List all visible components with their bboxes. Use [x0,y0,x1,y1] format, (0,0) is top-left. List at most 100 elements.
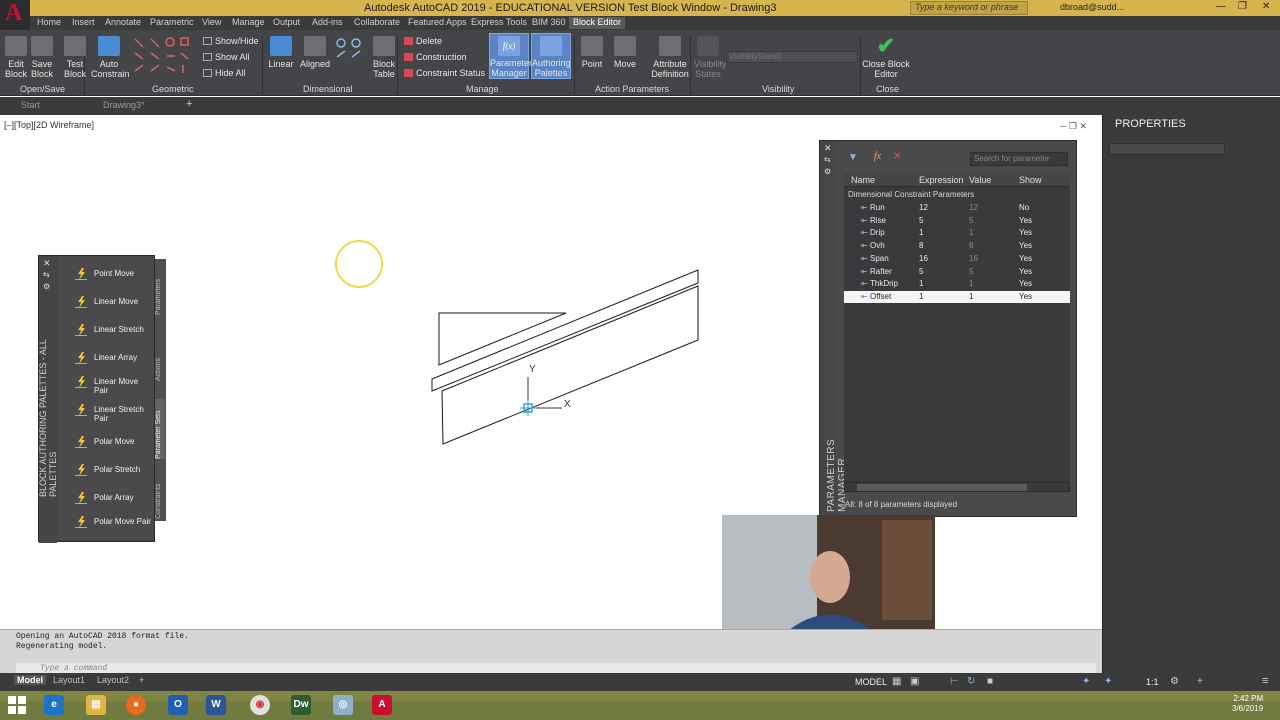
show-hide-button[interactable]: Show/Hide [203,36,259,46]
visibility-state-dropdown[interactable]: VisibilityState0 [726,51,858,63]
parameter-show[interactable]: Yes [1019,253,1032,265]
column-name[interactable]: Name [851,173,875,187]
tab-collaborate[interactable]: Collaborate [354,17,400,27]
tab-annotate[interactable]: Annotate [105,17,141,27]
parameter-row[interactable]: ⇤ Drip 1 1 Yes [844,227,1070,239]
firefox-icon[interactable]: ● [126,695,146,715]
delete-parameter-icon[interactable]: ✕ [893,151,901,162]
new-user-parameter-icon[interactable]: fx [874,151,881,162]
pm-close-icon[interactable]: ✕ [824,143,832,154]
layout-tab-model[interactable]: Model [14,675,46,685]
auto-constrain-button[interactable]: Auto Constrain [91,36,130,79]
minimize-icon[interactable]: — [1216,1,1226,12]
test-block-button[interactable]: Test Block [62,36,88,79]
parameter-expression[interactable]: 1 [919,291,923,303]
parameter-row[interactable]: ⇤ ThkDrip 1 1 Yes [844,278,1070,290]
parameter-show[interactable]: Yes [1019,215,1032,227]
show-all-button[interactable]: Show All [203,52,250,62]
column-show[interactable]: Show [1019,173,1042,187]
parameter-expression[interactable]: 8 [919,240,923,252]
point-parameter-button[interactable]: Point [580,36,604,69]
restore-icon[interactable]: ❐ [1238,1,1247,12]
parameter-show[interactable]: Yes [1019,227,1032,239]
parameter-expression[interactable]: 16 [919,253,928,265]
dimensional-small-icons[interactable] [334,37,364,73]
parameter-group-dimensional[interactable]: Dimensional Constraint Parameters [848,190,974,199]
parameter-show[interactable]: Yes [1019,291,1032,303]
parameter-expression[interactable]: 5 [919,215,923,227]
parameter-show[interactable]: Yes [1019,240,1032,252]
panel-geometric[interactable]: Geometric [152,84,194,94]
palette-tab-parameters[interactable]: Parameters [155,263,165,315]
parameters-manager-button[interactable]: f(x) Parameters Manager [489,33,537,79]
tab-insert[interactable]: Insert [72,17,95,27]
properties-object-dropdown[interactable] [1109,143,1225,155]
network-icon[interactable]: ◎ [333,695,353,715]
ortho-icon[interactable]: ⊢ [950,676,959,687]
edge-icon[interactable]: e [44,695,64,715]
column-expression[interactable]: Expression [919,173,964,187]
linear-constraint-button[interactable]: Linear [268,36,294,69]
new-tab-icon[interactable]: + [186,98,192,110]
pm-title-strip[interactable]: ✕ ⇆ ⚙ PARAMETERS MANAGER [820,141,848,518]
user-account[interactable]: dbroad@sudd... [1060,2,1124,12]
help-search-input[interactable]: Type a keyword or phrase [910,1,1028,15]
attribute-definition-button[interactable]: Attribute Definition [650,36,690,79]
tab-home[interactable]: Home [37,17,61,27]
palette-tab-parameter-sets[interactable]: Parameter Sets [155,399,165,459]
tab-block-editor[interactable]: Block Editor [569,17,626,29]
parameter-show[interactable]: No [1019,202,1029,214]
new-layout-icon[interactable]: + [139,675,144,685]
edit-block-button[interactable]: Edit Block [4,36,28,79]
chrome-icon[interactable]: ◉ [250,695,270,715]
word-icon[interactable]: W [206,695,226,715]
save-block-button[interactable]: Save Block [29,36,55,79]
hide-all-button[interactable]: Hide All [203,68,246,78]
pm-properties-icon[interactable]: ⚙ [824,167,831,176]
palette-tab-constraints[interactable]: Constraints [155,473,165,519]
scale-readout[interactable]: 1:1 [1146,677,1159,687]
tab-add-ins[interactable]: Add-ins [312,17,343,27]
workspace-gear-icon[interactable]: ⚙ [1170,676,1179,687]
grid-icon[interactable]: ▦ [892,676,901,687]
dreamweaver-icon[interactable]: Dw [291,695,311,715]
outlook-icon[interactable]: O [168,695,188,715]
system-clock[interactable]: 2:42 PM 3/6/2019 [1232,694,1263,714]
filter-icon[interactable]: ▼ [848,152,858,163]
tab-bim-360[interactable]: BIM 360 [532,17,566,27]
parameter-row[interactable]: ⇤ Rise 5 5 Yes [844,215,1070,227]
parameter-show[interactable]: Yes [1019,278,1032,290]
add-icon[interactable]: + [1197,676,1203,687]
parameter-row[interactable]: ⇤ Ovh 8 8 Yes [844,240,1070,252]
delete-button[interactable]: Delete [404,36,442,46]
palette-autohide-icon[interactable]: ⇆ [43,270,50,279]
horizontal-scrollbar[interactable] [844,482,1070,492]
close-window-icon[interactable]: ✕ [1262,1,1270,12]
block-authoring-palette[interactable]: ✕ ⇆ ⚙ BLOCK AUTHORING PALETTES - ALL PAL… [38,255,166,543]
tab-express-tools[interactable]: Express Tools [471,17,527,27]
construction-button[interactable]: Construction [404,52,467,62]
layout-tab-layout1[interactable]: Layout1 [53,675,85,685]
scrollbar-thumb[interactable] [857,484,1027,491]
model-space-toggle[interactable]: MODEL [855,677,887,687]
command-window[interactable]: Opening an AutoCAD 2018 format file. Reg… [0,629,1102,675]
annoscale-icon[interactable]: ✦ [1104,676,1112,687]
parameter-row[interactable]: ⇤ Rafter 5 5 Yes [844,266,1070,278]
column-value[interactable]: Value [969,173,991,187]
osnap-icon[interactable]: ■ [987,676,993,687]
snap-icon[interactable]: ▣ [910,676,919,687]
parameter-expression[interactable]: 1 [919,278,923,290]
tab-manage[interactable]: Manage [232,17,265,27]
palette-tab-actions[interactable]: Actions [155,341,165,381]
parameter-row[interactable]: ⇤ Span 16 16 Yes [844,253,1070,265]
tab-featured-apps[interactable]: Featured Apps [408,17,467,27]
panel-dimensional[interactable]: Dimensional [303,84,353,94]
constraint-status-button[interactable]: Constraint Status [404,68,485,78]
parameter-expression[interactable]: 5 [919,266,923,278]
palette-properties-icon[interactable]: ⚙ [43,282,50,291]
panel-action-parameters[interactable]: Action Parameters [595,84,669,94]
block-table-button[interactable]: Block Table [371,36,397,79]
start-icon[interactable] [8,696,26,714]
close-block-editor-button[interactable]: ✔ Close Block Editor [862,35,910,80]
tab-output[interactable]: Output [273,17,300,27]
